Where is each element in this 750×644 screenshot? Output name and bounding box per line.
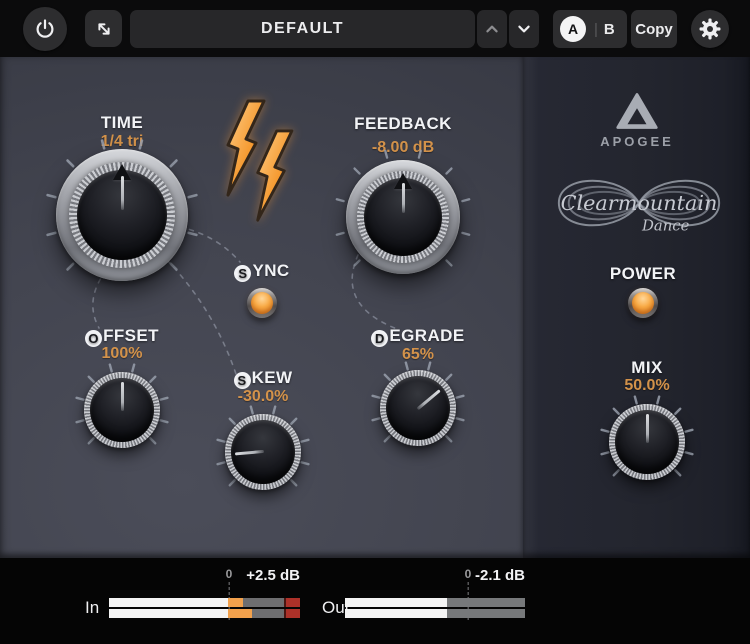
- input-level-readout: +2.5 dB: [246, 567, 300, 584]
- ab-a-label: A: [568, 21, 578, 37]
- feedback-value: -8.00 dB: [323, 139, 483, 157]
- time-knob[interactable]: [56, 149, 188, 281]
- meter-bar-row: [345, 609, 525, 618]
- level-fill-white: [345, 609, 447, 618]
- level-track-gray: [243, 598, 284, 607]
- sync-label: SYNC: [182, 261, 342, 282]
- titlebar: DEFAULT A | B Copy: [0, 0, 750, 57]
- led-lamp: [632, 292, 654, 314]
- level-track-gray: [447, 598, 525, 607]
- chevron-up-icon: [481, 18, 503, 40]
- apogee-wordmark: APOGEE: [557, 134, 717, 149]
- main-panel: TIME 1/4 tri FEEDBACK -8.00 dB SYNC OFFS…: [0, 57, 523, 558]
- output-meter: Out 0 -2.1 dB: [322, 558, 525, 644]
- preset-name: DEFAULT: [261, 20, 344, 38]
- meter-bar-row: [109, 598, 300, 607]
- input-meter-label: In: [85, 598, 99, 618]
- offset-knob[interactable]: [84, 372, 160, 448]
- skew-value: -30.0%: [183, 388, 343, 406]
- apogee-logo: [615, 91, 659, 131]
- level-track-gray: [252, 609, 284, 618]
- power-led-button[interactable]: [628, 288, 658, 318]
- level-fill-orange: [228, 598, 243, 607]
- knob-pointer: [615, 410, 679, 474]
- power-label: POWER: [563, 264, 723, 284]
- chevron-down-icon: [513, 18, 535, 40]
- level-fill-white: [345, 598, 447, 607]
- clip-indicator: [286, 598, 300, 607]
- level-fill-white: [109, 598, 228, 607]
- preset-prev-button[interactable]: [477, 10, 507, 48]
- level-fill-orange: [228, 609, 252, 618]
- level-fill-white: [109, 609, 228, 618]
- meter-bar-row: [109, 609, 300, 618]
- ab-b-button[interactable]: B: [604, 21, 615, 38]
- degrade-label: DEGRADE: [338, 326, 498, 347]
- svg-text:Clearmountain: Clearmountain: [561, 191, 718, 215]
- gear-icon: [698, 17, 722, 41]
- output-level-readout: -2.1 dB: [475, 567, 525, 584]
- resize-button[interactable]: [85, 10, 122, 47]
- meter-bar-row: [345, 598, 525, 607]
- settings-button[interactable]: [691, 10, 729, 48]
- led-lamp: [251, 292, 273, 314]
- preset-selector[interactable]: DEFAULT: [130, 10, 475, 48]
- copy-button[interactable]: Copy: [631, 10, 677, 48]
- plugin-window: DEFAULT A | B Copy: [0, 0, 750, 644]
- preset-next-button[interactable]: [509, 10, 539, 48]
- level-track-gray: [447, 609, 525, 618]
- sync-led-button[interactable]: [247, 288, 277, 318]
- resize-diagonal-icon: [93, 18, 115, 40]
- knob-pointer: [364, 178, 442, 256]
- clearmountain-dance-logo: Clearmountain Dance: [545, 161, 733, 251]
- power-icon: [33, 17, 57, 41]
- lightning-bolts-icon: [222, 99, 306, 223]
- degrade-initial-badge: D: [371, 330, 388, 347]
- input-meter: In 0 +2.5 dB: [85, 558, 300, 644]
- side-panel: APOGEE Clearmountain Dance POWER MIX 50.…: [523, 57, 750, 558]
- svg-text:Dance: Dance: [641, 218, 690, 235]
- time-label: TIME: [42, 113, 202, 133]
- meter-bar: In 0 +2.5 dB Out 0 -2.1 dB: [0, 558, 750, 644]
- degrade-value: 65%: [338, 346, 498, 364]
- clip-indicator: [286, 609, 300, 618]
- ab-a-button[interactable]: A: [560, 16, 586, 42]
- ab-compare-group: A | B: [553, 10, 627, 48]
- feedback-knob[interactable]: [346, 160, 460, 274]
- degrade-knob[interactable]: [380, 370, 456, 446]
- offset-label: OFFSET: [42, 326, 202, 347]
- mix-value: 50.0%: [567, 377, 727, 395]
- feedback-label: FEEDBACK: [323, 114, 483, 134]
- mix-knob[interactable]: [609, 404, 685, 480]
- mix-label: MIX: [567, 358, 727, 378]
- skew-initial-badge: S: [234, 372, 251, 389]
- plugin-power-button[interactable]: [23, 7, 67, 51]
- output-meter-bars: [345, 598, 525, 618]
- knob-pointer: [373, 363, 463, 453]
- skew-knob[interactable]: [225, 414, 301, 490]
- knob-pointer: [90, 378, 154, 442]
- offset-value: 100%: [42, 345, 202, 363]
- skew-label: SKEW: [183, 368, 343, 389]
- input-meter-bars: [109, 598, 300, 618]
- knob-pointer: [77, 170, 167, 260]
- ab-divider: |: [594, 21, 598, 38]
- sync-initial-badge: S: [234, 265, 251, 282]
